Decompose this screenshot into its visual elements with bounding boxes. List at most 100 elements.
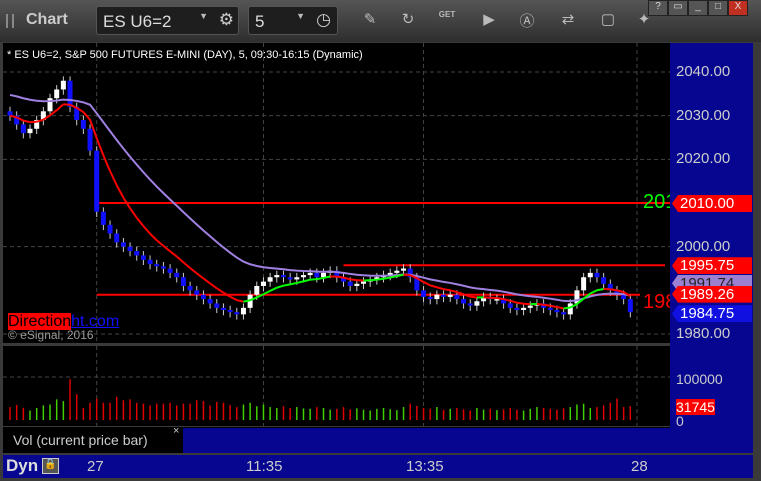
moving-average-segment — [383, 276, 391, 280]
candle — [60, 80, 66, 90]
candle — [514, 307, 520, 311]
candle — [447, 294, 453, 297]
candle — [194, 290, 200, 295]
candle — [441, 294, 447, 297]
candle — [527, 305, 533, 308]
minimize-button[interactable]: _ — [688, 0, 708, 16]
candle — [147, 259, 153, 265]
candle — [394, 270, 400, 273]
alert-icon[interactable]: Ⓐ — [517, 10, 537, 30]
price-tag: 1989.26 — [672, 285, 752, 303]
dynamic-mode[interactable]: Dyn — [6, 456, 38, 476]
candle — [174, 272, 180, 278]
clock-icon[interactable]: ◷ — [316, 10, 331, 30]
moving-average-segment — [109, 170, 118, 186]
help-button[interactable]: ? — [648, 0, 668, 16]
refresh-icon[interactable]: ↻ — [398, 10, 418, 30]
pencil-icon[interactable]: ✎ — [360, 10, 380, 30]
moving-average-segment — [182, 261, 191, 269]
moving-average-segment — [283, 283, 291, 287]
candle — [187, 285, 193, 291]
candle — [294, 277, 300, 280]
label-1989: 198 — [643, 291, 670, 313]
play-icon[interactable]: ▶ — [479, 10, 499, 30]
symbol-select[interactable]: ES U6=2 ▼ ⚙ — [96, 6, 239, 35]
candle — [467, 303, 473, 306]
candle — [354, 283, 360, 286]
moving-average-segment — [142, 225, 151, 235]
moving-average-segment — [496, 297, 504, 301]
close-study-icon[interactable]: × — [173, 425, 179, 437]
time-axis[interactable]: Dyn 🔒 27 11:35 13:35 28 — [3, 455, 753, 478]
interval-select[interactable]: 5 ▼ ◷ — [248, 6, 338, 35]
candle — [20, 124, 26, 134]
candle — [454, 294, 460, 300]
moving-average-segment — [276, 284, 284, 289]
candle — [421, 290, 427, 297]
moving-average-segment — [596, 288, 604, 292]
maximize-button[interactable]: □ — [708, 0, 728, 16]
drag-handle[interactable] — [6, 14, 14, 28]
restore-button[interactable]: ▭ — [668, 0, 688, 16]
moving-average-segment — [303, 278, 311, 283]
candle — [87, 128, 93, 151]
moving-average-segment — [470, 295, 478, 299]
candle — [627, 299, 633, 313]
volume-plot — [3, 346, 670, 426]
price-tag: 1995.75 — [672, 257, 752, 275]
candle — [587, 272, 593, 278]
price-chart[interactable]: * ES U6=2, S&P 500 FUTURES E-MINI (DAY),… — [3, 43, 670, 343]
candle — [154, 264, 160, 267]
moving-average-segment — [36, 118, 44, 123]
vwap-line — [9, 93, 631, 303]
candle — [180, 277, 186, 286]
candle — [234, 312, 240, 315]
moving-average-segment — [169, 250, 178, 258]
candle — [361, 281, 367, 284]
candle — [581, 277, 587, 291]
settings-icon[interactable]: ⚙ — [219, 10, 234, 30]
moving-average-segment — [316, 276, 324, 281]
chevron-down-icon: ▼ — [199, 11, 208, 21]
volume-tick: 0 — [676, 413, 684, 429]
moving-average-segment — [243, 299, 251, 303]
close-button[interactable]: X — [728, 0, 748, 16]
moving-average-segment — [189, 267, 198, 275]
moving-average-segment — [509, 299, 518, 304]
window-title: Chart — [26, 11, 68, 28]
time-label: 28 — [631, 458, 648, 475]
label-2010: 201 — [643, 191, 670, 213]
moving-average-segment — [69, 103, 78, 109]
moving-average-segment — [156, 239, 165, 247]
study-strip — [183, 428, 670, 453]
candle — [274, 275, 280, 278]
get-icon[interactable]: GET — [437, 10, 457, 30]
moving-average-segment — [209, 282, 218, 290]
moving-average-segment — [216, 287, 224, 294]
link-icon[interactable]: ⇄ — [558, 10, 578, 30]
moving-average-segment — [429, 284, 438, 289]
moving-average-segment — [423, 281, 431, 287]
lock-clock-icon[interactable]: 🔒 — [42, 458, 59, 474]
volume-label-bar: Vol (current price bar) × — [3, 425, 670, 453]
candle — [494, 299, 500, 301]
toolbar: Chart ES U6=2 ▼ ⚙ 5 ▼ ◷ ✎ ↻ GET ▶ Ⓐ ⇄ ▢ ✦ ? … — [0, 0, 761, 42]
moving-average-segment — [129, 207, 138, 219]
moving-average-segment — [336, 275, 344, 279]
price-axis[interactable]: 2040.00 2030.00 2020.00 2000.00 1980.00 2010.… — [670, 43, 753, 453]
symbol-value: ES U6=2 — [103, 12, 172, 31]
moving-average-segment — [229, 295, 238, 302]
candle — [100, 211, 106, 225]
moving-average-segment — [550, 304, 558, 309]
candle — [567, 303, 573, 315]
candle — [314, 272, 320, 278]
candle — [287, 277, 293, 280]
moving-average-segment — [289, 281, 298, 286]
volume-chart[interactable] — [3, 346, 670, 426]
comment-icon[interactable]: ▢ — [598, 10, 618, 30]
candle — [521, 307, 527, 311]
moving-average-segment — [149, 233, 158, 241]
moving-average-segment — [323, 275, 331, 279]
candle — [554, 310, 560, 313]
candle — [127, 246, 133, 252]
